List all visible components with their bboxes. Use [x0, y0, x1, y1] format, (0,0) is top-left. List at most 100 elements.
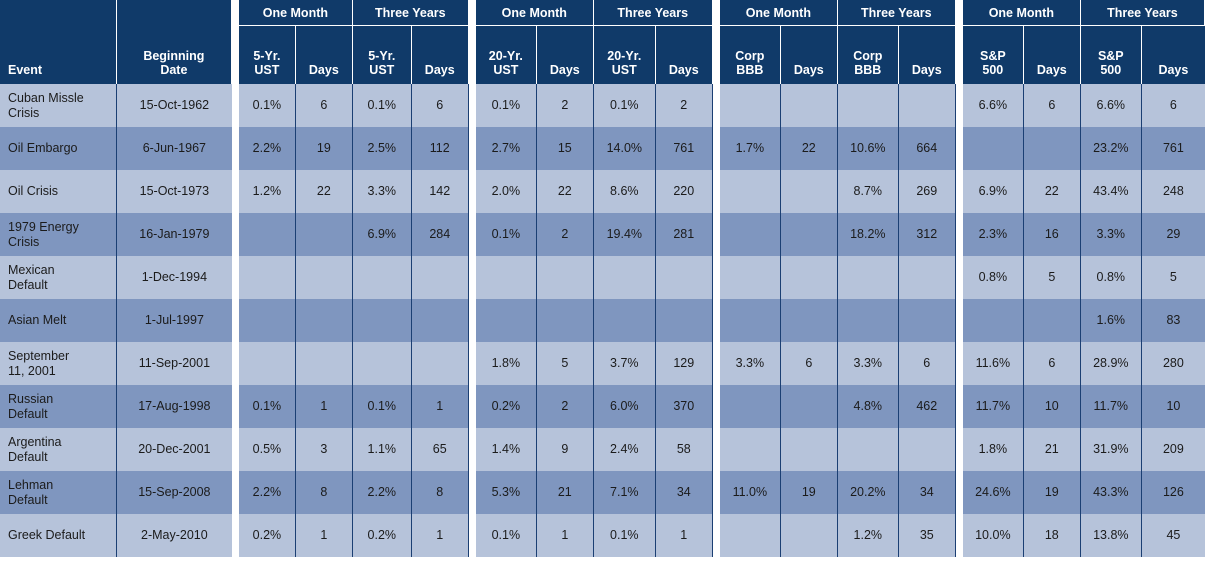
- sub-header-8: Corp BBB: [719, 26, 781, 84]
- cell-event: Mexican Default: [0, 256, 117, 299]
- cell-value: [593, 299, 656, 342]
- row-gap-3: [712, 213, 720, 256]
- cell-value: 34: [655, 471, 713, 514]
- cell-event-line: Asian Melt: [8, 313, 67, 328]
- group-gap-2: [468, 0, 476, 84]
- cell-value: 0.8%: [962, 256, 1024, 299]
- row-gap-3: [712, 385, 720, 428]
- cell-value: 2.2%: [238, 471, 296, 514]
- row-gap-4: [955, 84, 963, 127]
- col-header-event-label: Event: [8, 63, 43, 77]
- cell-value: 28.9%: [1080, 342, 1142, 385]
- cell-beginning-date: 11-Sep-2001: [116, 342, 232, 385]
- sub-header-13: Days: [1023, 26, 1081, 84]
- cell-event-line: Default: [8, 449, 48, 464]
- cell-value: 129: [655, 342, 713, 385]
- cell-event-line: 11, 2001: [8, 363, 56, 378]
- col-header-beginning-date: Beginning Date: [116, 0, 232, 84]
- cell-event: Asian Melt: [0, 299, 117, 342]
- row-gap-4: [955, 256, 963, 299]
- sub-header-14-line1: S&P: [1097, 49, 1124, 63]
- row-gap-4: [955, 514, 963, 557]
- cell-value: 1.6%: [1080, 299, 1142, 342]
- sub-header-12: S&P 500: [962, 26, 1024, 84]
- cell-value: [962, 299, 1024, 342]
- cell-value: 1: [655, 514, 713, 557]
- cell-value: 5.3%: [475, 471, 537, 514]
- cell-value: [719, 514, 781, 557]
- table-row: Lehman Default 15-Sep-2008 2.2% 8 2.2% 8 5.3% 21…: [0, 471, 1205, 514]
- cell-value: 10.0%: [962, 514, 1024, 557]
- cell-value: 269: [898, 170, 956, 213]
- cell-value: 1.2%: [238, 170, 296, 213]
- cell-value: 8.6%: [593, 170, 656, 213]
- cell-value: 112: [411, 127, 469, 170]
- cell-beginning-date: 6-Jun-1967: [116, 127, 232, 170]
- cell-value: 0.8%: [1080, 256, 1142, 299]
- cell-value: 312: [898, 213, 956, 256]
- table-row: Oil Embargo 6-Jun-1967 2.2% 19 2.5% 112 2.7% 15…: [0, 127, 1205, 170]
- cell-value: 2.2%: [352, 471, 412, 514]
- cell-value: [295, 342, 353, 385]
- cell-value: [719, 256, 781, 299]
- cell-event: Russian Default: [0, 385, 117, 428]
- group-header-8: Three Years: [1080, 0, 1205, 26]
- cell-beginning-date: 15-Oct-1962: [116, 84, 232, 127]
- cell-event-line: Russian: [8, 391, 54, 406]
- cell-value: 10.6%: [837, 127, 899, 170]
- group-header-2: Three Years: [352, 0, 469, 26]
- row-gap-2: [468, 471, 476, 514]
- row-gap-4: [955, 385, 963, 428]
- cell-value: 281: [655, 213, 713, 256]
- cell-event: September 11, 2001: [0, 342, 117, 385]
- cell-value: 1: [411, 385, 469, 428]
- sub-header-2: 5-Yr. UST: [352, 26, 412, 84]
- row-gap-2: [468, 127, 476, 170]
- cell-event: Cuban Missle Crisis: [0, 84, 117, 127]
- table-row: Mexican Default 1-Dec-1994 0.8% 5 0.8% 5: [0, 256, 1205, 299]
- cell-beginning-date: 15-Oct-1973: [116, 170, 232, 213]
- sub-header-0-line1: 5-Yr.: [253, 49, 281, 63]
- cell-value: 5: [1141, 256, 1205, 299]
- sub-header-0-line2: UST: [254, 63, 280, 77]
- cell-value: 761: [655, 127, 713, 170]
- row-gap-1: [231, 471, 239, 514]
- cell-value: 6.6%: [962, 84, 1024, 127]
- cell-value: 19: [295, 127, 353, 170]
- row-gap-2: [468, 256, 476, 299]
- cell-value: [238, 256, 296, 299]
- table-row: Greek Default 2-May-2010 0.2% 1 0.2% 1 0.1% 1 0.…: [0, 514, 1205, 557]
- cell-event-line: Lehman: [8, 477, 54, 492]
- sub-header-10: Corp BBB: [837, 26, 899, 84]
- cell-value: [780, 213, 838, 256]
- row-gap-2: [468, 213, 476, 256]
- sub-header-4: 20-Yr. UST: [475, 26, 537, 84]
- cell-value: 1: [411, 514, 469, 557]
- cell-value: 0.1%: [475, 84, 537, 127]
- cell-value: 6: [411, 84, 469, 127]
- row-gap-2: [468, 385, 476, 428]
- row-gap-1: [231, 170, 239, 213]
- table-row: Russian Default 17-Aug-1998 0.1% 1 0.1% 1 0.2% 2…: [0, 385, 1205, 428]
- cell-value: 280: [1141, 342, 1205, 385]
- cell-value: 6: [1023, 84, 1081, 127]
- cell-value: [719, 428, 781, 471]
- cell-value: 220: [655, 170, 713, 213]
- cell-value: 10: [1023, 385, 1081, 428]
- cell-value: 21: [1023, 428, 1081, 471]
- row-gap-3: [712, 514, 720, 557]
- cell-value: 34: [898, 471, 956, 514]
- group-gap-4: [955, 0, 963, 84]
- cell-value: [962, 127, 1024, 170]
- cell-value: 0.2%: [238, 514, 296, 557]
- table-row: Cuban Missle Crisis 15-Oct-1962 0.1% 6 0.1% 6 0…: [0, 84, 1205, 127]
- cell-value: [898, 84, 956, 127]
- cell-value: [780, 170, 838, 213]
- cell-value: [898, 428, 956, 471]
- row-gap-1: [231, 514, 239, 557]
- table-row: Oil Crisis 15-Oct-1973 1.2% 22 3.3% 142 2.0% 22…: [0, 170, 1205, 213]
- cell-event-line: Default: [8, 492, 48, 507]
- cell-event-line: Oil Embargo: [8, 141, 78, 156]
- cell-value: 2.0%: [475, 170, 537, 213]
- cell-value: [536, 299, 594, 342]
